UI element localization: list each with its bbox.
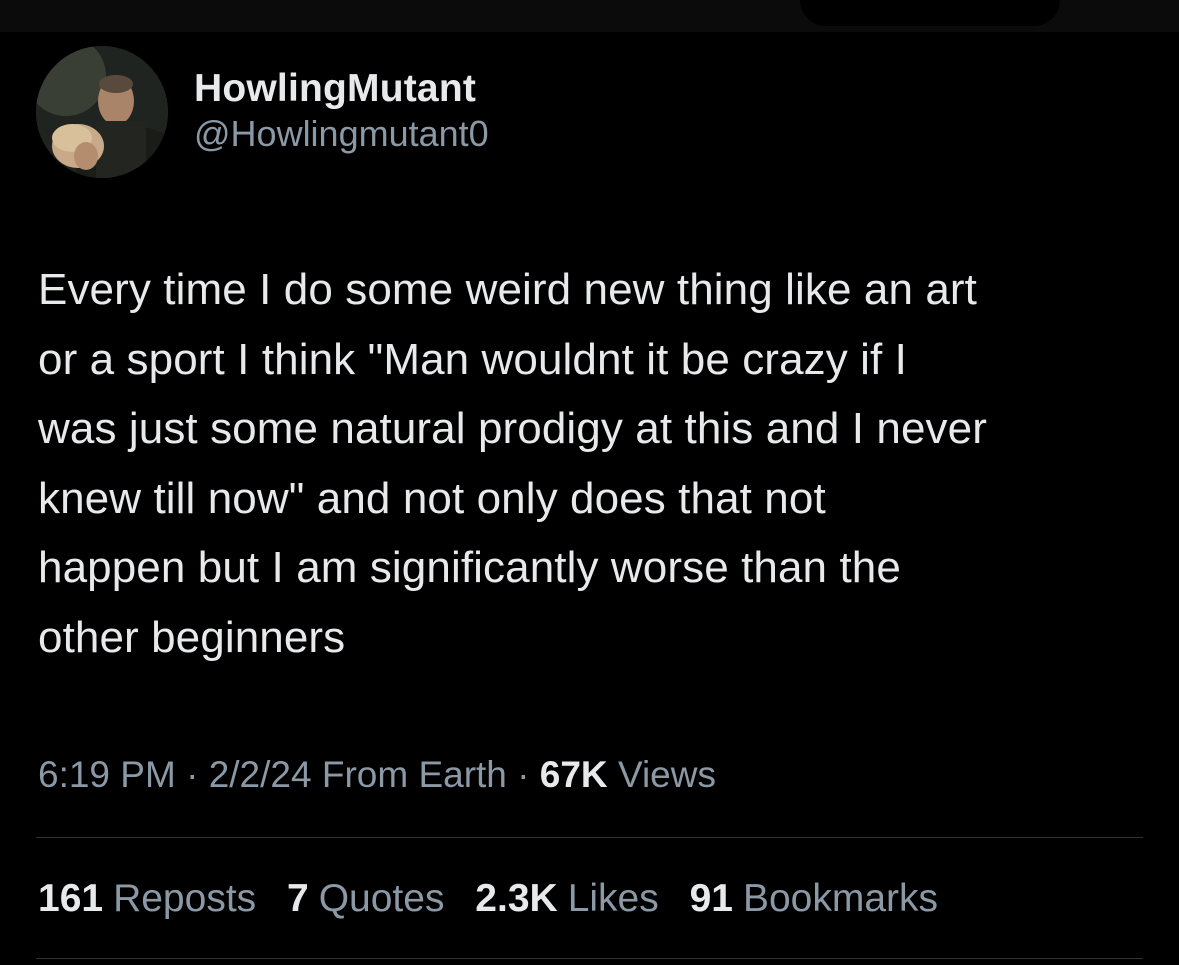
- camera-notch: [800, 0, 1060, 26]
- quotes-count: 7: [287, 877, 309, 920]
- reposts-label: Reposts: [113, 877, 257, 920]
- tweet-source: From Earth: [321, 754, 507, 795]
- meta-separator: ·: [186, 754, 199, 795]
- author-handle[interactable]: @Howlingmutant0: [194, 112, 489, 156]
- divider: [36, 837, 1143, 838]
- tweet-body-text: Every time I do some weird new thing lik…: [38, 265, 987, 662]
- likes-label: Likes: [567, 877, 659, 920]
- quotes-stat[interactable]: 7 Quotes: [287, 877, 444, 920]
- tweet-date[interactable]: 2/2/24: [209, 754, 312, 795]
- likes-count: 2.3K: [475, 877, 558, 920]
- meta-separator: ·: [517, 754, 530, 795]
- bookmarks-stat[interactable]: 91 Bookmarks: [690, 877, 938, 920]
- avatar[interactable]: [36, 46, 168, 178]
- bookmarks-label: Bookmarks: [742, 877, 939, 920]
- author-display-name[interactable]: HowlingMutant: [194, 66, 489, 112]
- author-names: HowlingMutant @Howlingmutant0: [194, 66, 489, 156]
- tweet-meta: 6:19 PM · 2/2/24 From Earth · 67K Views: [38, 750, 716, 800]
- reposts-stat[interactable]: 161 Reposts: [38, 877, 256, 920]
- status-bar-area: [0, 0, 1179, 32]
- quotes-label: Quotes: [318, 877, 445, 920]
- views-label: Views: [617, 754, 716, 795]
- divider: [36, 958, 1143, 959]
- reposts-count: 161: [38, 877, 104, 920]
- likes-stat[interactable]: 2.3K Likes: [475, 877, 658, 920]
- bookmarks-count: 91: [689, 877, 733, 920]
- tweet-stats: 161 Reposts 7 Quotes 2.3K Likes 91 Bookmarks: [38, 873, 958, 925]
- tweet-time[interactable]: 6:19 PM: [38, 754, 176, 795]
- user-avatar-photo-icon: [36, 46, 168, 178]
- tweet-header: HowlingMutant @Howlingmutant0: [36, 46, 1136, 182]
- views-count: 67K: [539, 754, 608, 795]
